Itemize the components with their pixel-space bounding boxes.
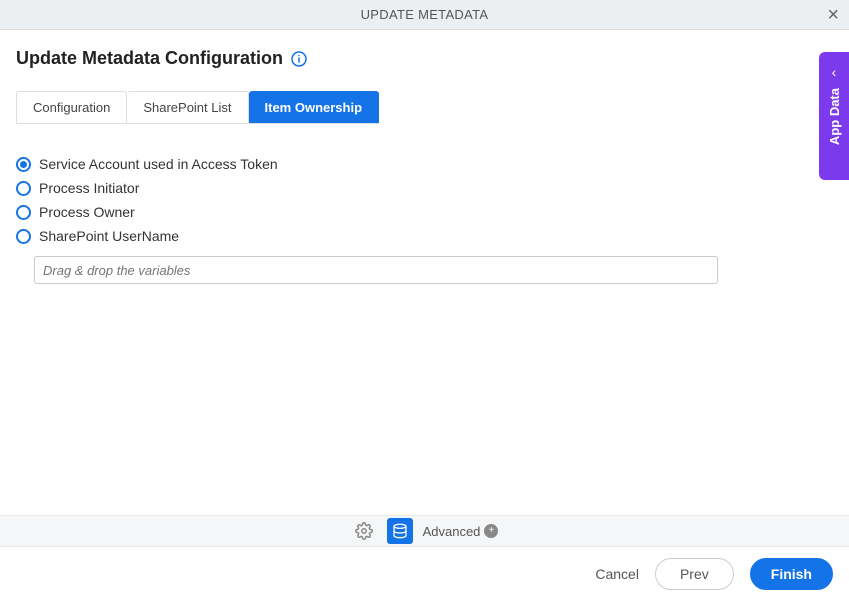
- finish-button[interactable]: Finish: [750, 558, 833, 590]
- gear-icon: [355, 522, 373, 540]
- settings-button[interactable]: [351, 518, 377, 544]
- dialog-title: UPDATE METADATA: [361, 7, 489, 22]
- radio-service-account[interactable]: [16, 157, 31, 172]
- dialog-header: UPDATE METADATA ×: [0, 0, 849, 30]
- option-service-account: Service Account used in Access Token: [16, 156, 833, 172]
- info-icon[interactable]: [291, 51, 307, 67]
- side-panel-app-data[interactable]: ‹ App Data: [819, 52, 849, 180]
- cancel-button[interactable]: Cancel: [595, 566, 639, 582]
- ownership-options: Service Account used in Access Token Pro…: [16, 156, 833, 284]
- option-label[interactable]: Service Account used in Access Token: [39, 156, 278, 172]
- prev-button[interactable]: Prev: [655, 558, 734, 590]
- advanced-label: Advanced: [423, 524, 481, 539]
- close-button[interactable]: ×: [827, 5, 839, 25]
- tabs: Configuration SharePoint List Item Owner…: [16, 91, 379, 124]
- tab-configuration[interactable]: Configuration: [16, 91, 127, 123]
- close-icon: ×: [827, 4, 839, 26]
- option-process-initiator: Process Initiator: [16, 180, 833, 196]
- database-icon: [392, 523, 408, 539]
- option-label[interactable]: SharePoint UserName: [39, 228, 179, 244]
- option-label[interactable]: Process Initiator: [39, 180, 139, 196]
- option-label[interactable]: Process Owner: [39, 204, 135, 220]
- tab-sharepoint-list[interactable]: SharePoint List: [127, 91, 248, 123]
- variable-input[interactable]: [34, 256, 718, 284]
- chevron-left-icon: ‹: [832, 64, 837, 80]
- page-title-row: Update Metadata Configuration: [16, 48, 833, 69]
- page-title: Update Metadata Configuration: [16, 48, 283, 69]
- database-button[interactable]: [387, 518, 413, 544]
- toolbar-strip: Advanced +: [0, 515, 849, 547]
- side-panel-label: App Data: [827, 88, 842, 145]
- radio-process-owner[interactable]: [16, 205, 31, 220]
- advanced-button[interactable]: Advanced +: [423, 524, 499, 539]
- tab-item-ownership[interactable]: Item Ownership: [249, 91, 380, 123]
- main-content: Update Metadata Configuration Configurat…: [0, 30, 849, 302]
- option-process-owner: Process Owner: [16, 204, 833, 220]
- footer: Cancel Prev Finish: [0, 547, 849, 600]
- radio-process-initiator[interactable]: [16, 181, 31, 196]
- radio-sharepoint-username[interactable]: [16, 229, 31, 244]
- option-sharepoint-username: SharePoint UserName: [16, 228, 833, 244]
- plus-icon: +: [484, 524, 498, 538]
